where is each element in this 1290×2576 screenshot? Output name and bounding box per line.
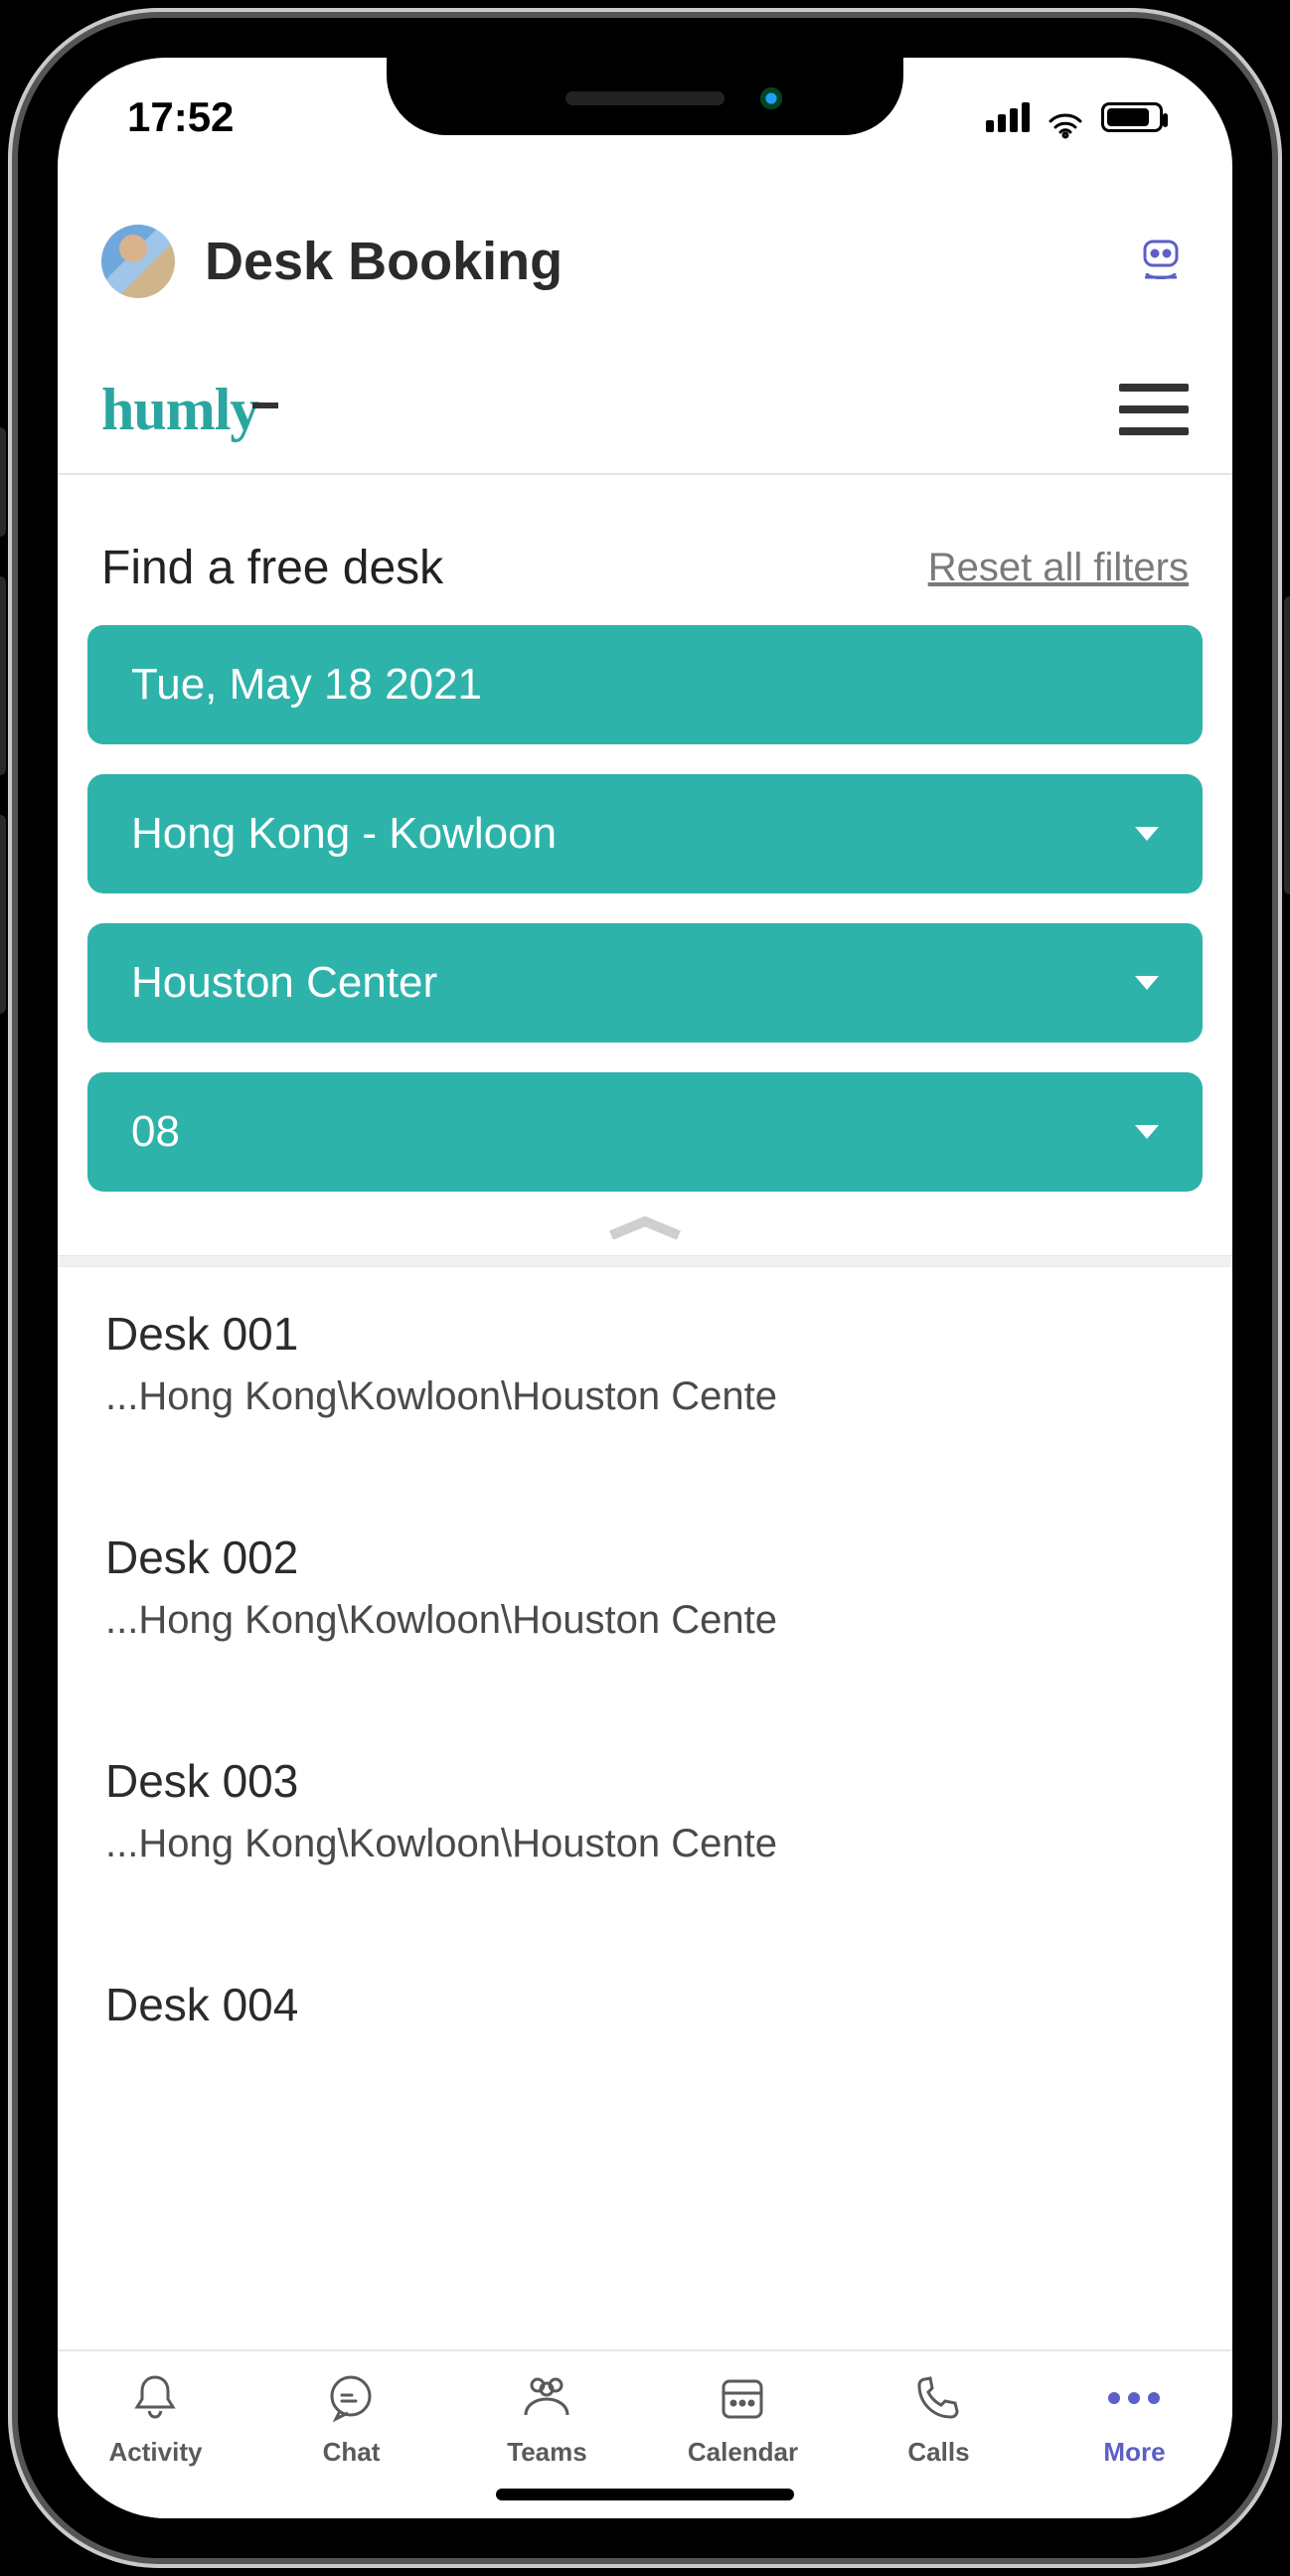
filter-group: Tue, May 18 2021 Hong Kong - Kowloon Hou… [58,625,1232,1192]
floor-filter-value: 08 [131,1107,180,1157]
chevron-down-icon [1135,1125,1159,1139]
brand-bar: humly [58,346,1232,475]
more-icon [1105,2369,1163,2427]
bell-icon [126,2369,184,2427]
chevron-down-icon [1135,976,1159,990]
teams-icon [518,2369,575,2427]
device-mute-switch [0,427,6,537]
tab-label: Calendar [688,2437,798,2468]
desk-path: ...Hong Kong\Kowloon\Houston Cente [105,1822,1185,1866]
reset-filters-link[interactable]: Reset all filters [928,546,1189,590]
battery-icon [1101,102,1163,132]
wifi-icon [1048,103,1083,131]
chat-icon [322,2369,380,2427]
content: Find a free desk Reset all filters Tue, … [58,495,1232,2349]
list-item[interactable]: Desk 001 ...Hong Kong\Kowloon\Houston Ce… [58,1267,1232,1457]
tab-teams[interactable]: Teams [449,2369,644,2468]
desk-title: Desk 004 [105,1978,1185,2031]
city-filter[interactable]: Hong Kong - Kowloon [87,774,1203,893]
avatar[interactable] [101,225,175,298]
tab-more[interactable]: More [1037,2369,1231,2468]
building-filter-value: Houston Center [131,958,437,1008]
app-header: Desk Booking [58,197,1232,326]
notch [387,58,903,135]
hamburger-menu-icon[interactable] [1119,384,1189,435]
date-filter-value: Tue, May 18 2021 [131,660,482,710]
tab-label: Teams [507,2437,586,2468]
section-divider [58,1255,1232,1267]
page-title: Desk Booking [205,231,1103,292]
tab-label: Calls [907,2437,969,2468]
tab-label: Chat [323,2437,381,2468]
desk-title: Desk 001 [105,1307,1185,1361]
tab-label: Activity [109,2437,203,2468]
building-filter[interactable]: Houston Center [87,923,1203,1043]
tab-activity[interactable]: Activity [58,2369,252,2468]
cellular-icon [986,102,1030,132]
list-item[interactable]: Desk 004 [58,1938,1232,2031]
status-time: 17:52 [127,93,234,141]
collapse-filters-handle[interactable] [58,1192,1232,1255]
device-power-button [1284,596,1290,894]
home-indicator[interactable] [496,2489,794,2500]
screen: 17:52 Desk Booking [58,58,1232,2518]
bot-icon[interactable] [1133,234,1189,289]
list-item[interactable]: Desk 003 ...Hong Kong\Kowloon\Houston Ce… [58,1714,1232,1904]
tab-calls[interactable]: Calls [841,2369,1036,2468]
device-volume-down [0,815,6,1014]
tab-label: More [1103,2437,1165,2468]
phone-frame: 17:52 Desk Booking [0,0,1290,2576]
phone-icon [909,2369,967,2427]
device-volume-up [0,576,6,775]
chevron-down-icon [1135,827,1159,841]
tab-chat[interactable]: Chat [253,2369,448,2468]
city-filter-value: Hong Kong - Kowloon [131,809,557,859]
desk-title: Desk 003 [105,1754,1185,1808]
floor-filter[interactable]: 08 [87,1072,1203,1192]
desk-path: ...Hong Kong\Kowloon\Houston Cente [105,1374,1185,1419]
calendar-icon [714,2369,771,2427]
desk-path: ...Hong Kong\Kowloon\Houston Cente [105,1598,1185,1643]
list-item[interactable]: Desk 002 ...Hong Kong\Kowloon\Houston Ce… [58,1491,1232,1681]
humly-logo[interactable]: humly [101,376,278,444]
tab-calendar[interactable]: Calendar [645,2369,840,2468]
results-list: Desk 001 ...Hong Kong\Kowloon\Houston Ce… [58,1267,1232,2031]
desk-title: Desk 002 [105,1530,1185,1584]
date-filter[interactable]: Tue, May 18 2021 [87,625,1203,744]
find-desk-heading: Find a free desk [101,541,443,595]
